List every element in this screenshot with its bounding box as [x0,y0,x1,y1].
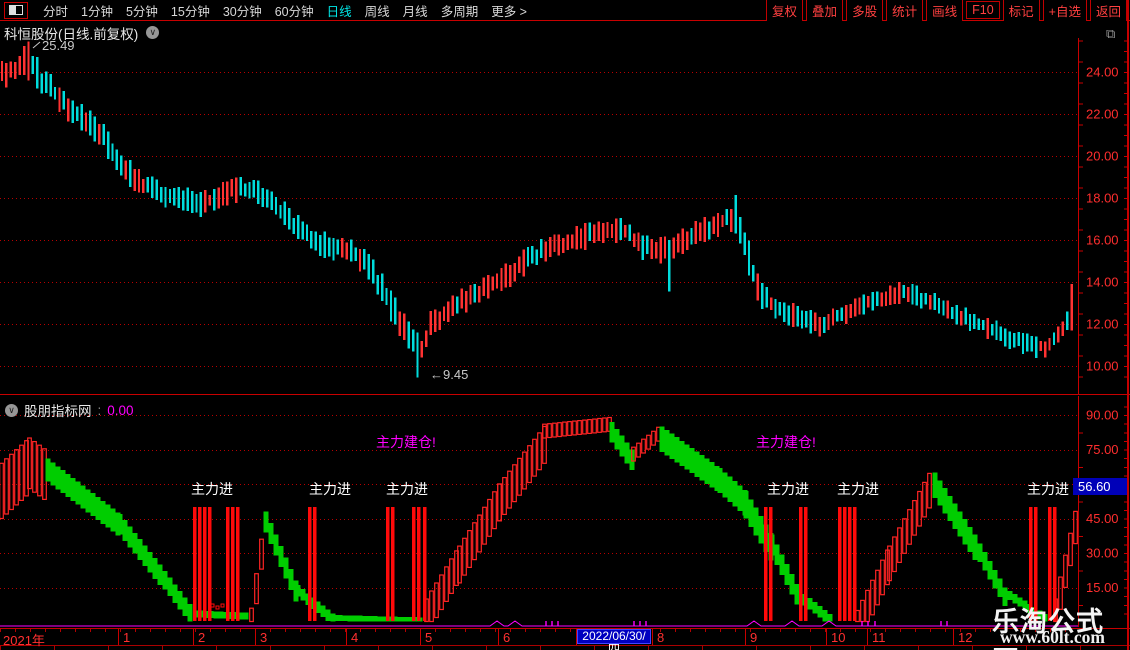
indicator-colon: : [97,402,102,418]
svg-text:24.00: 24.00 [1086,65,1119,80]
low-price-label: ←9.45 [430,367,469,382]
month-separator [420,629,421,645]
magenta-baseline [0,620,1078,627]
tab-更多 >[interactable]: 更多 > [491,1,527,20]
button-统计[interactable]: 统计 [886,0,924,22]
year-label: 2021年 [3,633,45,648]
signal-bars-group [193,507,1057,621]
button-F10[interactable]: F10 [966,1,1000,19]
main-force-buy-label: 主力进 [1027,481,1069,497]
main-force-buy-label: 主力进 [309,481,351,497]
tab-1分钟[interactable]: 1分钟 [81,1,113,20]
svg-text:75.00: 75.00 [1086,442,1119,457]
month-separator [953,629,954,645]
tab-多周期[interactable]: 多周期 [441,1,479,20]
high-annotation-arrow [32,41,41,49]
panel-divider [0,394,1130,395]
chevron-down-icon[interactable]: ∨ [5,403,18,417]
main-force-buy-label: 主力进 [386,481,428,497]
button-返回[interactable]: 返回 [1089,0,1127,22]
indicator-chart[interactable]: 90.00 75.00 45.00 30.00 15.00 [0,396,1130,627]
month-separator [255,629,256,645]
month-label-6: 6 [503,630,511,645]
month-separator [826,629,827,645]
indicator-header: ∨ 股朋指标网 : 0.00 [5,400,134,420]
month-label-1: 1 [123,630,131,645]
indicator-value: 0.00 [107,402,134,418]
main-force-buy-label: 主力进 [191,481,233,497]
date-marker-badge: 2022/06/30/四 [577,629,651,650]
main-force-jiancang-label: 主力建仓! [376,434,436,450]
month-label-11: 11 [872,630,886,645]
tab-月线[interactable]: 月线 [403,1,428,20]
svg-text:15.00: 15.00 [1086,580,1119,595]
date-axis-minor-ticks [0,629,1078,632]
split-window-button[interactable] [4,1,28,19]
button-叠加[interactable]: 叠加 [806,0,844,22]
indicator-name: 股朋指标网 [24,404,92,419]
svg-text:20.00: 20.00 [1086,149,1119,164]
month-separator [346,629,347,645]
tab-15分钟[interactable]: 15分钟 [171,1,210,20]
tab-5分钟[interactable]: 5分钟 [126,1,158,20]
tab-分时[interactable]: 分时 [43,1,68,20]
split-pane-icon [9,5,23,15]
watermark-site-url: www.60lt.com [1000,627,1105,647]
month-label-12: 12 [958,630,973,645]
main-force-jiancang-label: 主力建仓! [756,434,816,450]
month-label-3: 3 [260,630,268,645]
svg-text:90.00: 90.00 [1086,408,1119,423]
tab-30分钟[interactable]: 30分钟 [223,1,262,20]
right-button-strip: 复权 叠加 多股 统计 画线 F10 标记 +自选 返回 [766,0,1130,22]
svg-text:18.00: 18.00 [1086,191,1119,206]
svg-text:16.00: 16.00 [1086,233,1119,248]
button-+自选[interactable]: +自选 [1042,0,1087,22]
button-画线[interactable]: 画线 [926,0,964,22]
month-label-8: 8 [657,630,665,645]
tab-日线[interactable]: 日线 [327,1,352,20]
top-toolbar: 分时 1分钟 5分钟 15分钟 30分钟 60分钟 日线 周线 月线 多周期 更多 > 复权 叠加 多股… [0,0,1130,22]
ribbon-group [0,416,1078,623]
high-price-label: 25.49 [42,38,75,53]
month-separator [118,629,119,645]
main-force-buy-label: 主力进 [837,481,879,497]
app-window: 分时 1分钟 5分钟 15分钟 30分钟 60分钟 日线 周线 月线 多周期 更多 > 复权 叠加 多股… [0,0,1130,650]
month-separator [745,629,746,645]
svg-text:10.00: 10.00 [1086,359,1119,374]
month-separator [867,629,868,645]
main-force-buy-label: 主力进 [767,481,809,497]
svg-text:12.00: 12.00 [1086,317,1119,332]
month-label-9: 9 [750,630,758,645]
date-axis: 2021年 2022/06/30/四 1 2 3 4 5 6 8 9 10 11 12 [0,628,1130,650]
svg-text:30.00: 30.00 [1086,546,1119,561]
current-value-badge: 56.60 [1073,478,1127,495]
window-right-border [1127,0,1129,650]
main-candlestick-chart[interactable]: 24.00 22.00 20.00 18.00 16.00 14.00 12.00 10.00 [0,38,1130,395]
tab-周线[interactable]: 周线 [365,1,390,20]
svg-text:45.00: 45.00 [1086,511,1119,526]
candles-group [0,41,1073,378]
month-separator [652,629,653,645]
tab-60分钟[interactable]: 60分钟 [275,1,314,20]
button-多股[interactable]: 多股 [846,0,884,22]
button-复权[interactable]: 复权 [766,0,804,22]
month-label-2: 2 [198,630,206,645]
month-separator [193,629,194,645]
svg-text:22.00: 22.00 [1086,107,1119,122]
svg-text:14.00: 14.00 [1086,275,1119,290]
month-label-10: 10 [831,630,846,645]
month-separator [498,629,499,645]
clipped-status-strip [0,645,1130,650]
button-标记[interactable]: 标记 [1002,0,1040,22]
month-label-5: 5 [425,630,433,645]
main-gridlines: 24.00 22.00 20.00 18.00 16.00 14.00 12.00 10.00 [0,38,1128,395]
month-label-4: 4 [351,630,359,645]
period-tabstrip: 分时 1分钟 5分钟 15分钟 30分钟 60分钟 日线 周线 月线 多周期 更多 > [0,1,527,20]
